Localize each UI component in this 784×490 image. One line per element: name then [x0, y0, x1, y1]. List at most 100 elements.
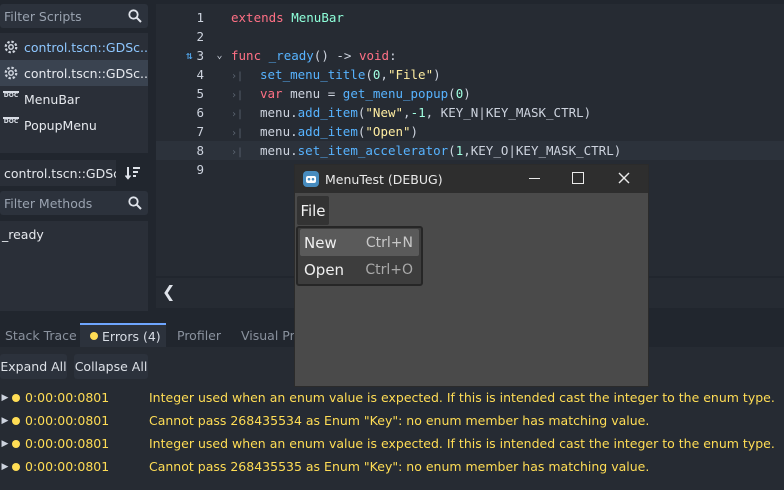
code-line[interactable]: 3 ⇅ ⌄ func _ready() -> void: — [156, 46, 784, 65]
error-time: 0:00:00:0801 — [25, 390, 110, 405]
minimize-icon[interactable] — [527, 171, 541, 185]
collapse-all-button[interactable]: Collapse All — [74, 354, 148, 379]
error-row[interactable]: ▶ 0:00:00:0801 Integer used when an enum… — [0, 386, 784, 409]
collapse-panel-icon[interactable]: ❮ — [162, 282, 175, 301]
code-text: extends MenuBar — [231, 10, 344, 25]
expand-arrow-icon[interactable]: ▶ — [0, 462, 10, 472]
script-item-label: control.tscn::GDSc... — [24, 39, 148, 55]
script-filter-placeholder: Filter Scripts — [4, 8, 82, 24]
warning-dot-icon — [12, 439, 20, 448]
script-list: control.tscn::GDSc... control.tscn::GDSc… — [0, 33, 148, 153]
code-token: _ready — [268, 48, 314, 63]
code-line[interactable]: 7 ›| menu.add_item("Open") — [156, 122, 784, 141]
script-filter-input[interactable]: Filter Scripts — [0, 4, 148, 28]
error-row[interactable]: ▶ 0:00:00:0801 Cannot pass 268435535 as … — [0, 455, 784, 478]
maximize-icon[interactable] — [572, 172, 584, 184]
code-token: () -> — [313, 48, 359, 63]
tab-errors[interactable]: Errors (4) — [80, 323, 166, 347]
code-token: get_menu_popup — [342, 86, 449, 101]
expand-arrow-icon[interactable]: ▶ — [0, 393, 10, 403]
code-line[interactable]: 1 extends MenuBar — [156, 8, 784, 27]
warning-dot-icon — [90, 332, 98, 340]
code-text: ›| menu.add_item("New",-1, KEY_N|KEY_MASK… — [231, 105, 591, 120]
sort-icon — [125, 167, 140, 180]
code-token: menu. — [260, 124, 298, 139]
menu-item-accelerator: Ctrl+N — [365, 234, 413, 251]
error-row[interactable]: ▶ 0:00:00:0801 Cannot pass 268435534 as … — [0, 409, 784, 432]
menu-item-open[interactable]: Open Ctrl+O — [300, 256, 419, 283]
code-text: ›| menu.add_item("Open") — [231, 124, 418, 139]
error-list: ▶ 0:00:00:0801 Integer used when an enum… — [0, 386, 784, 478]
code-token: set_item_accelerator — [297, 143, 449, 158]
gear-icon — [2, 38, 20, 56]
godot-app-icon — [303, 171, 319, 187]
doc-icon: DOC — [2, 90, 20, 108]
line-number: 2 — [196, 29, 204, 44]
code-token: ,KEY_O|KEY_MASK_CTRL) — [463, 143, 622, 158]
error-time: 0:00:00:0801 — [25, 459, 110, 474]
line-number: 7 — [196, 124, 204, 139]
error-time: 0:00:00:0801 — [25, 413, 110, 428]
warning-dot-icon — [12, 416, 20, 425]
code-token: "File" — [387, 67, 434, 82]
code-token: , — [403, 105, 411, 120]
code-token: var — [260, 86, 283, 101]
code-token: , — [380, 67, 388, 82]
code-line[interactable]: 4 ›| set_menu_title(0,"File") — [156, 65, 784, 84]
code-token: ) — [410, 124, 419, 139]
code-token: "New" — [365, 105, 404, 120]
tab-profiler[interactable]: Profiler — [177, 323, 221, 347]
code-token: add_item — [297, 105, 358, 120]
error-time: 0:00:00:0801 — [25, 436, 110, 451]
line-number: 6 — [196, 105, 204, 120]
code-token: ) — [433, 67, 441, 82]
code-token: "Open" — [365, 124, 411, 139]
script-item[interactable]: control.tscn::GDSc... — [0, 34, 148, 60]
code-token: extends — [231, 10, 284, 25]
method-filter-input[interactable]: Filter Methods — [0, 191, 148, 215]
tab-visual-profiler[interactable]: Visual Pro — [241, 323, 302, 347]
tab-indent-icon: ›| — [231, 90, 244, 101]
expand-arrow-icon[interactable]: ▶ — [0, 439, 10, 449]
line-number: 5 — [196, 86, 204, 101]
sort-methods-button[interactable] — [122, 162, 144, 184]
code-token: menu = — [282, 86, 343, 101]
menubar-file[interactable]: File — [297, 196, 329, 225]
script-item-label: control.tscn::GDSc... — [24, 65, 148, 81]
code-token: set_menu_title — [260, 67, 366, 82]
code-line[interactable]: 6 ›| menu.add_item("New",-1, KEY_N|KEY_MAS… — [156, 103, 784, 122]
code-token: void — [358, 48, 390, 63]
close-icon[interactable] — [616, 170, 632, 186]
code-token: add_item — [297, 124, 358, 139]
code-token: menu. — [260, 105, 298, 120]
code-token: , KEY_N|KEY_MASK_CTRL) — [425, 105, 592, 120]
menu-item-new[interactable]: New Ctrl+N — [300, 229, 419, 256]
connection-icon: ⇅ — [186, 49, 193, 62]
fold-arrow-icon: ⌄ — [216, 50, 223, 61]
code-token: func — [231, 48, 262, 63]
code-token: menu. — [260, 143, 298, 158]
menu-item-label: New — [304, 233, 337, 252]
script-item-selected[interactable]: control.tscn::GDSc... — [0, 60, 148, 86]
code-line[interactable]: 5 ›| var menu = get_menu_popup(0) — [156, 84, 784, 103]
script-item-popupmenu[interactable]: DOC PopupMenu — [0, 112, 148, 138]
code-line[interactable]: 8 ›| menu.set_item_accelerator(1,KEY_O|KEY… — [156, 141, 784, 160]
expand-all-button[interactable]: Expand All — [0, 354, 67, 379]
error-message: Cannot pass 268435535 as Enum "Key": no … — [149, 459, 650, 474]
code-token: MenuBar — [291, 10, 344, 25]
error-row[interactable]: ▶ 0:00:00:0801 Integer used when an enum… — [0, 432, 784, 455]
script-item-label: MenuBar — [24, 91, 80, 107]
gear-icon — [2, 64, 20, 82]
doc-icon: DOC — [2, 116, 20, 134]
expand-arrow-icon[interactable]: ▶ — [0, 416, 10, 426]
method-item[interactable]: _ready — [0, 221, 148, 247]
window-titlebar[interactable]: MenuTest (DEBUG) — [295, 165, 648, 193]
code-token: -1 — [410, 105, 426, 120]
debug-game-window[interactable]: MenuTest (DEBUG) File New Ctrl+N Open Ct… — [294, 164, 649, 387]
current-script-name: control.tscn::GDScri — [0, 160, 116, 186]
code-line[interactable]: 2 — [156, 27, 784, 46]
script-item-menubar[interactable]: DOC MenuBar — [0, 86, 148, 112]
line-number: 8 — [196, 143, 204, 158]
code-text: ›| var menu = get_menu_popup(0) — [231, 86, 471, 101]
tab-stack-trace[interactable]: Stack Trace — [5, 323, 77, 347]
